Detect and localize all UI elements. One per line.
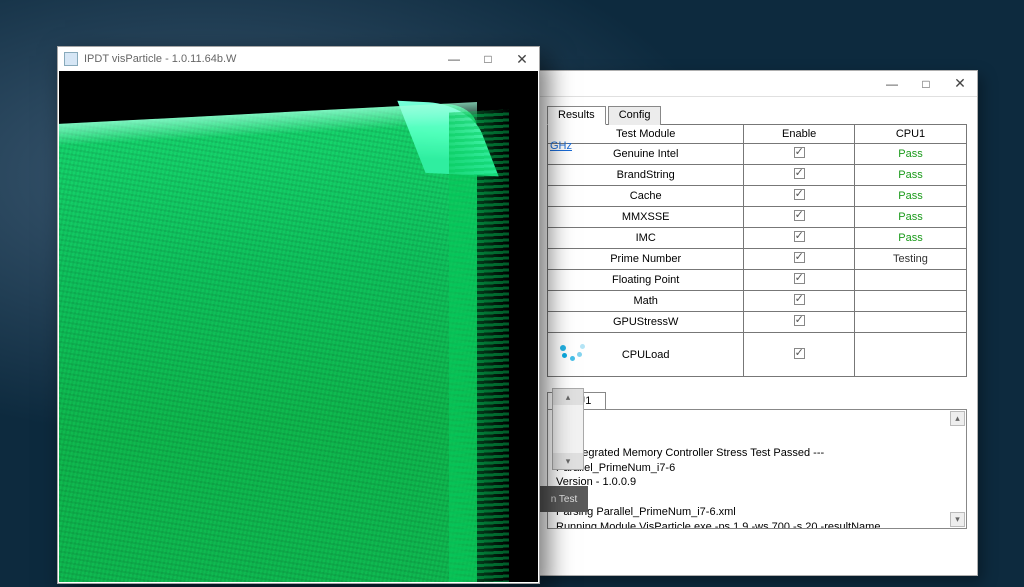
status-cell xyxy=(854,333,966,377)
app-icon xyxy=(64,52,78,66)
status-cell: Pass xyxy=(854,207,966,228)
status-cell: Pass xyxy=(854,144,966,165)
close-button[interactable]: ✕ xyxy=(505,47,539,71)
enable-checkbox[interactable] xyxy=(794,168,805,179)
col-enable: Enable xyxy=(744,125,855,144)
particle-cube xyxy=(59,102,477,582)
scroll-up-icon[interactable]: ▴ xyxy=(950,411,965,426)
table-row: Floating Point xyxy=(548,270,967,291)
status-cell: Pass xyxy=(854,228,966,249)
test-name: BrandString xyxy=(548,165,744,186)
visparticle-titlebar[interactable]: IPDT visParticle - 1.0.11.64b.W — □ ✕ xyxy=(58,47,539,71)
test-name: Prime Number xyxy=(548,249,744,270)
test-name: Floating Point xyxy=(548,270,744,291)
log-output[interactable]: ▴ --- Integrated Memory Controller Stres… xyxy=(547,409,967,529)
particle-edge xyxy=(449,109,509,582)
run-test-button-fragment[interactable]: n Test xyxy=(540,486,588,512)
status-cell xyxy=(854,291,966,312)
enable-checkbox[interactable] xyxy=(794,252,805,263)
minimize-button[interactable]: — xyxy=(875,71,909,96)
enable-checkbox[interactable] xyxy=(794,294,805,305)
close-button[interactable]: ✕ xyxy=(943,71,977,96)
scroll-down-icon[interactable]: ▾ xyxy=(553,453,583,469)
maximize-button[interactable]: □ xyxy=(471,47,505,71)
log-text: --- Integrated Memory Controller Stress … xyxy=(556,447,880,529)
test-name: Cache xyxy=(548,186,744,207)
enable-checkbox[interactable] xyxy=(794,189,805,200)
test-results-table: Test Module Enable CPU1 Genuine Intel Pas… xyxy=(547,124,967,377)
table-row: Math xyxy=(548,291,967,312)
table-row: BrandString Pass xyxy=(548,165,967,186)
col-cpu1: CPU1 xyxy=(854,125,966,144)
table-row: Prime Number Testing xyxy=(548,249,967,270)
test-name: MMXSSE xyxy=(548,207,744,228)
test-name: GPUStressW xyxy=(548,312,744,333)
table-row: Genuine Intel Pass xyxy=(548,144,967,165)
diagnostic-window: — □ ✕ Results Config Test Module Enable … xyxy=(536,70,978,576)
table-row: IMC Pass xyxy=(548,228,967,249)
particle-viewport xyxy=(59,71,538,582)
table-row: GPUStressW xyxy=(548,312,967,333)
loading-spinner xyxy=(560,336,588,364)
enable-checkbox[interactable] xyxy=(794,147,805,158)
tab-config[interactable]: Config xyxy=(608,106,662,125)
cpu-freq-link[interactable]: GHz xyxy=(550,140,572,152)
test-name: Genuine Intel xyxy=(548,144,744,165)
table-row: MMXSSE Pass xyxy=(548,207,967,228)
tab-results[interactable]: Results xyxy=(547,106,606,125)
maximize-button[interactable]: □ xyxy=(909,71,943,96)
scroll-down-icon[interactable]: ▾ xyxy=(950,512,965,527)
enable-checkbox[interactable] xyxy=(794,210,805,221)
status-cell xyxy=(854,270,966,291)
table-row: CPULoad xyxy=(548,333,967,377)
status-cell: Pass xyxy=(854,186,966,207)
enable-checkbox[interactable] xyxy=(794,273,805,284)
enable-checkbox[interactable] xyxy=(794,231,805,242)
table-row: Cache Pass xyxy=(548,186,967,207)
scroll-up-icon[interactable]: ▴ xyxy=(553,389,583,405)
status-cell xyxy=(854,312,966,333)
test-name: Math xyxy=(548,291,744,312)
window-title: IPDT visParticle - 1.0.11.64b.W xyxy=(84,53,236,65)
visparticle-window: IPDT visParticle - 1.0.11.64b.W — □ ✕ xyxy=(57,46,540,584)
hidden-scrollbar[interactable]: ▴ ▾ xyxy=(552,388,584,470)
status-cell: Testing xyxy=(854,249,966,270)
results-tabs: Results Config xyxy=(547,105,967,125)
status-cell: Pass xyxy=(854,165,966,186)
minimize-button[interactable]: — xyxy=(437,47,471,71)
test-name: IMC xyxy=(548,228,744,249)
col-test-module: Test Module xyxy=(548,125,744,144)
enable-checkbox[interactable] xyxy=(794,315,805,326)
diagnostic-titlebar[interactable]: — □ ✕ xyxy=(537,71,977,97)
enable-checkbox[interactable] xyxy=(794,348,805,359)
